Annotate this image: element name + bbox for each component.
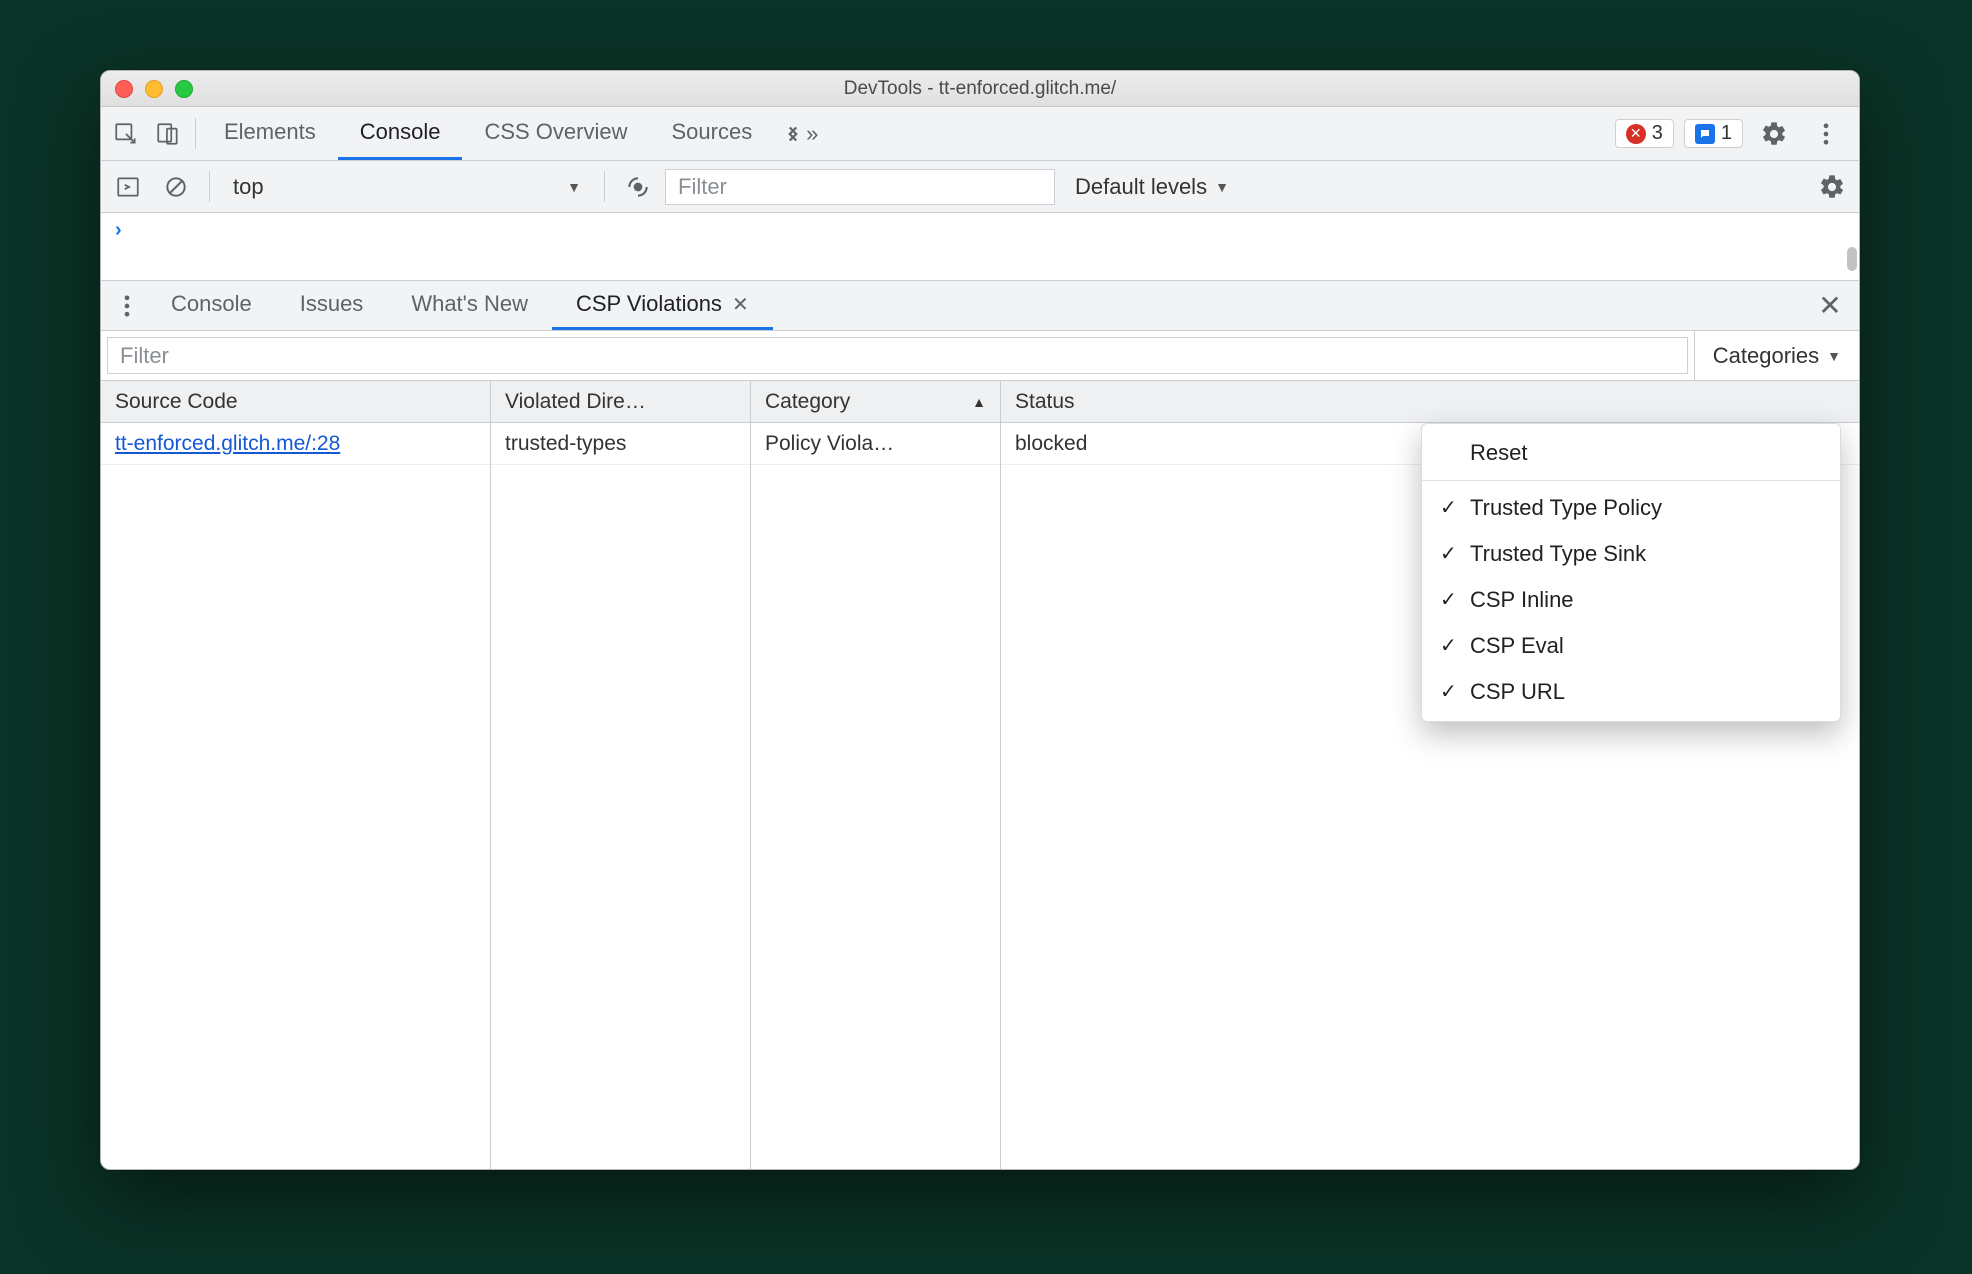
- drawer-tab-csp-violations[interactable]: CSP Violations ✕: [552, 281, 773, 330]
- menu-item-label: Trusted Type Policy: [1470, 495, 1662, 520]
- clear-console-icon[interactable]: [155, 161, 197, 212]
- prompt-caret-icon: ›: [115, 219, 122, 242]
- tab-console[interactable]: Console: [338, 107, 463, 160]
- issues-badge[interactable]: 1: [1684, 119, 1743, 148]
- drawer-menu-icon[interactable]: [107, 281, 147, 330]
- device-toolbar-icon[interactable]: [147, 107, 189, 160]
- window-title: DevTools - tt-enforced.glitch.me/: [101, 78, 1859, 100]
- close-drawer-icon[interactable]: ✕: [1807, 281, 1853, 330]
- toolbar-divider: [604, 171, 605, 202]
- error-icon: ✕: [1626, 124, 1646, 144]
- main-toolbar: Elements Console CSS Overview Sources » …: [101, 107, 1859, 161]
- tab-css-overview[interactable]: CSS Overview: [462, 107, 649, 160]
- tab-sources[interactable]: Sources: [649, 107, 774, 160]
- cell-source[interactable]: tt-enforced.glitch.me/:28: [101, 423, 491, 464]
- toolbar-divider: [209, 171, 210, 202]
- menu-item-csp-url[interactable]: CSP URL: [1422, 669, 1840, 715]
- traffic-lights: [101, 80, 193, 98]
- drawer-tab-console[interactable]: Console: [147, 281, 276, 330]
- drawer-tab-label: Console: [171, 291, 252, 317]
- table-body: tt-enforced.glitch.me/:28 trusted-types …: [101, 423, 1859, 1169]
- main-tabs: Elements Console CSS Overview Sources »: [202, 107, 824, 160]
- csp-filter-bar: Categories ▼: [101, 331, 1859, 381]
- th-status[interactable]: Status: [1001, 381, 1859, 422]
- context-selector[interactable]: top ▼: [222, 169, 592, 205]
- errors-badge[interactable]: ✕ 3: [1615, 119, 1674, 148]
- menu-separator: [1422, 480, 1840, 481]
- titlebar: DevTools - tt-enforced.glitch.me/: [101, 71, 1859, 107]
- errors-count: 3: [1652, 122, 1663, 145]
- console-settings-icon[interactable]: [1811, 161, 1853, 212]
- menu-item-trusted-type-sink[interactable]: Trusted Type Sink: [1422, 531, 1840, 577]
- csp-filter-input[interactable]: [107, 337, 1688, 374]
- cell-directive: trusted-types: [491, 423, 751, 464]
- drawer-tab-label: CSP Violations: [576, 291, 722, 317]
- categories-button[interactable]: Categories ▼: [1694, 331, 1859, 380]
- minimize-window-button[interactable]: [145, 80, 163, 98]
- menu-item-csp-eval[interactable]: CSP Eval: [1422, 623, 1840, 669]
- tab-elements-label: Elements: [224, 119, 316, 145]
- th-violated-directive[interactable]: Violated Dire…: [491, 381, 751, 422]
- zoom-window-button[interactable]: [175, 80, 193, 98]
- close-window-button[interactable]: [115, 80, 133, 98]
- table-header: Source Code Violated Dire… Category▲ Sta…: [101, 381, 1859, 423]
- menu-item-trusted-type-policy[interactable]: Trusted Type Policy: [1422, 485, 1840, 531]
- drawer-tab-issues[interactable]: Issues: [276, 281, 388, 330]
- source-link[interactable]: tt-enforced.glitch.me/:28: [115, 432, 340, 456]
- tab-css-overview-label: CSS Overview: [484, 119, 627, 145]
- drawer-tab-label: Issues: [300, 291, 364, 317]
- log-levels-selector[interactable]: Default levels ▼: [1061, 174, 1243, 200]
- console-filter-input[interactable]: [665, 169, 1055, 205]
- issues-count: 1: [1721, 122, 1732, 145]
- menu-item-label: CSP Eval: [1470, 633, 1564, 658]
- categories-dropdown: Reset Trusted Type Policy Trusted Type S…: [1421, 423, 1841, 722]
- menu-item-label: CSP URL: [1470, 679, 1565, 704]
- menu-item-reset[interactable]: Reset: [1422, 430, 1840, 476]
- console-toolbar: top ▼ Default levels ▼: [101, 161, 1859, 213]
- sort-asc-icon: ▲: [972, 394, 986, 410]
- issue-icon: [1695, 124, 1715, 144]
- console-sidebar-toggle-icon[interactable]: [107, 161, 149, 212]
- kebab-menu-icon[interactable]: [1805, 107, 1847, 160]
- tab-sources-label: Sources: [671, 119, 752, 145]
- context-label: top: [233, 174, 264, 200]
- categories-label: Categories: [1713, 343, 1819, 369]
- menu-item-label: Trusted Type Sink: [1470, 541, 1646, 566]
- log-levels-label: Default levels: [1075, 174, 1207, 200]
- inspect-element-icon[interactable]: [105, 107, 147, 160]
- scrollbar-thumb[interactable]: [1847, 247, 1857, 271]
- th-source-code[interactable]: Source Code: [101, 381, 491, 422]
- chevron-down-icon: ▼: [567, 179, 581, 195]
- menu-item-label: Reset: [1470, 440, 1527, 465]
- csp-violations-table: Source Code Violated Dire… Category▲ Sta…: [101, 381, 1859, 1169]
- close-tab-icon[interactable]: ✕: [732, 292, 749, 317]
- drawer-tab-label: What's New: [411, 291, 528, 317]
- tab-elements[interactable]: Elements: [202, 107, 338, 160]
- live-expression-icon[interactable]: [617, 161, 659, 212]
- tab-console-label: Console: [360, 119, 441, 145]
- drawer-tab-whats-new[interactable]: What's New: [387, 281, 552, 330]
- settings-icon[interactable]: [1753, 107, 1795, 160]
- more-tabs-icon[interactable]: »: [774, 107, 824, 160]
- chevron-down-icon: ▼: [1215, 179, 1229, 195]
- menu-item-label: CSP Inline: [1470, 587, 1574, 612]
- menu-item-csp-inline[interactable]: CSP Inline: [1422, 577, 1840, 623]
- cell-category: Policy Viola…: [751, 423, 1001, 464]
- chevron-down-icon: ▼: [1827, 348, 1841, 364]
- th-category[interactable]: Category▲: [751, 381, 1001, 422]
- console-prompt-area[interactable]: ›: [101, 213, 1859, 281]
- toolbar-divider: [195, 118, 196, 150]
- drawer-tabs: Console Issues What's New CSP Violations…: [101, 281, 1859, 331]
- devtools-window: DevTools - tt-enforced.glitch.me/ Elemen…: [100, 70, 1860, 1170]
